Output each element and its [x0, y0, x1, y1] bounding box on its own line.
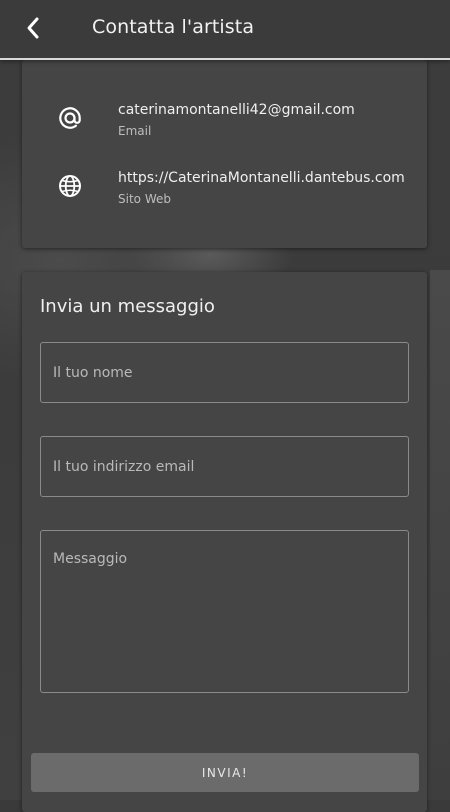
contact-website[interactable]: https://CaterinaMontanelli.dantebus.com … [22, 170, 427, 220]
form-title: Invia un messaggio [40, 296, 215, 317]
email-caption: Email [118, 124, 152, 138]
chevron-left-icon [27, 17, 39, 39]
website-caption: Sito Web [118, 192, 171, 206]
message-textarea[interactable] [40, 530, 409, 693]
contacts-card: caterinamontanelli42@gmail.com Email htt… [22, 60, 427, 248]
page-title: Contatta l'artista [92, 16, 255, 38]
globe-icon [59, 175, 81, 197]
website-value[interactable]: https://CaterinaMontanelli.dantebus.com [118, 170, 405, 186]
back-button[interactable] [18, 12, 50, 44]
send-button[interactable]: INVIA! [31, 753, 419, 792]
contact-email[interactable]: caterinamontanelli42@gmail.com Email [22, 102, 427, 152]
message-form-card: Invia un messaggio [22, 272, 427, 812]
email-value[interactable]: caterinamontanelli42@gmail.com [118, 102, 355, 118]
name-input[interactable] [40, 342, 409, 403]
email-input[interactable] [40, 436, 409, 497]
app-bar: Contatta l'artista [0, 0, 450, 60]
at-sign-icon [59, 107, 81, 129]
